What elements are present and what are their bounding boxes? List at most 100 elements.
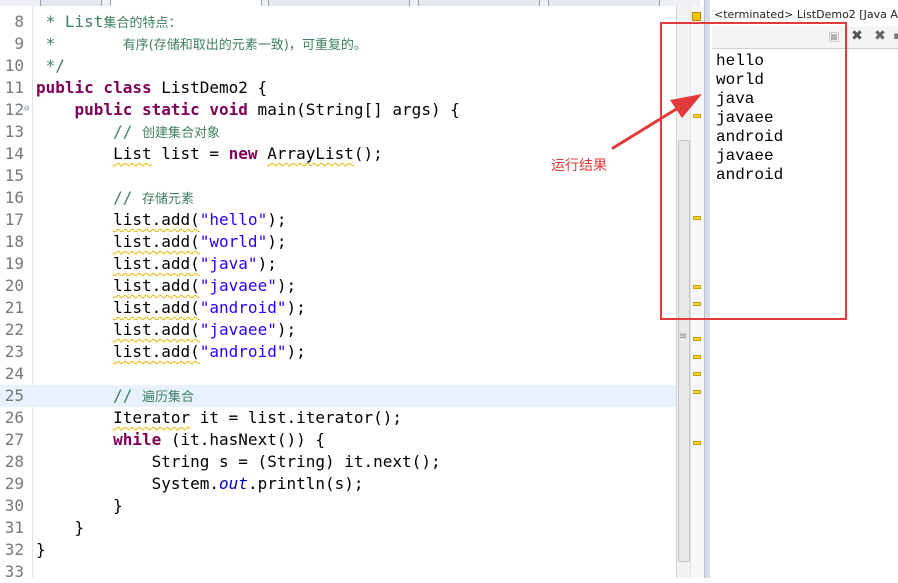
warning-marker[interactable] xyxy=(693,372,701,376)
code-text: // 存储元素 xyxy=(36,187,194,211)
line-number: 10 xyxy=(4,56,24,75)
code-editor[interactable]: 8 * List集合的特点： 9 * 有序(存储和取出的元素一致)，可重复的。 10… xyxy=(0,6,676,581)
code-token: public static void xyxy=(74,100,248,119)
warning-marker[interactable] xyxy=(693,390,701,394)
line-number: 9 xyxy=(14,34,24,53)
code-line[interactable]: 10 */ xyxy=(0,55,676,77)
line-number: 8 xyxy=(14,12,24,31)
code-line[interactable]: 26 Iterator it = list.iterator(); xyxy=(0,407,676,429)
code-line[interactable]: 24 xyxy=(0,363,676,385)
code-token: "hello" xyxy=(199,210,268,229)
code-token: list = xyxy=(151,144,229,163)
code-line[interactable]: 30 } xyxy=(0,495,676,517)
warning-summary-icon[interactable] xyxy=(692,12,701,21)
code-token: List xyxy=(113,144,152,163)
warning-marker[interactable] xyxy=(693,441,701,445)
annotation-label: 运行结果 xyxy=(551,158,607,174)
code-token: 集合的特点： xyxy=(103,16,182,31)
code-token: out xyxy=(219,474,248,493)
line-number: 30 xyxy=(4,496,24,515)
remove-all-icon[interactable]: ✖ xyxy=(872,28,888,44)
code-token: list.add( xyxy=(113,232,200,251)
code-line[interactable]: 8 * List集合的特点： xyxy=(0,11,676,33)
code-token: ); xyxy=(276,320,297,339)
code-line[interactable]: 12 ⊖ public static void main(String[] arg… xyxy=(0,99,676,121)
code-line[interactable]: 23 list.add("android"); xyxy=(0,341,676,363)
code-text: list.add("hello"); xyxy=(36,209,286,231)
code-line[interactable]: 32} xyxy=(0,539,676,561)
code-line[interactable]: 16 // 存储元素 xyxy=(0,187,676,209)
close-x-icon[interactable]: ✖ xyxy=(849,28,865,44)
line-number: 15 xyxy=(4,166,24,185)
line-number: 26 xyxy=(4,408,24,427)
code-line[interactable]: 25 // 遍历集合 xyxy=(0,385,676,407)
console-title: <terminated> ListDemo2 [Java A xyxy=(714,8,898,21)
code-token: } xyxy=(36,540,46,559)
code-line[interactable]: 21 list.add("android"); xyxy=(0,297,676,319)
code-text: list.add("javaee"); xyxy=(36,319,296,341)
annotation-highlight-box xyxy=(660,22,847,320)
code-line[interactable]: 19 list.add("java"); xyxy=(0,253,676,275)
code-token: list.add( xyxy=(113,320,200,339)
code-line[interactable]: 29 System.out.println(s); xyxy=(0,473,676,495)
code-line[interactable]: 13 // 创建集合对象 xyxy=(0,121,676,143)
line-number: 12 xyxy=(4,100,24,119)
code-line[interactable]: 17 list.add("hello"); xyxy=(0,209,676,231)
code-token: 存储元素 xyxy=(141,192,194,207)
line-number: 16 xyxy=(4,188,24,207)
code-token: // xyxy=(36,188,142,207)
code-line[interactable]: 31 } xyxy=(0,517,676,539)
code-line[interactable]: 33 xyxy=(0,561,676,583)
code-token: "javaee" xyxy=(199,276,277,295)
code-text: public static void main(String[] args) { xyxy=(36,99,460,121)
code-token: list.add( xyxy=(113,276,200,295)
code-line[interactable]: 28 String s = (String) it.next(); xyxy=(0,451,676,473)
code-token: 创建集合对象 xyxy=(141,126,220,141)
line-number: 23 xyxy=(4,342,24,361)
code-text: } xyxy=(36,517,85,539)
code-token: System. xyxy=(36,474,220,493)
console-menu-icon[interactable]: ▪ xyxy=(889,28,898,44)
code-line[interactable]: 11 public class ListDemo2 { xyxy=(0,77,676,99)
code-token: "javaee" xyxy=(199,320,277,339)
code-token: ); xyxy=(257,254,277,273)
code-text: } xyxy=(36,495,123,517)
code-text: * 有序(存储和取出的元素一致)，可重复的。 xyxy=(36,33,367,57)
code-text: list.add("android"); xyxy=(36,297,306,319)
line-number: 31 xyxy=(4,518,24,537)
code-token: .println(s); xyxy=(247,474,364,493)
line-number: 14 xyxy=(4,144,24,163)
line-number: 18 xyxy=(4,232,24,251)
code-line[interactable]: 20 list.add("javaee"); xyxy=(0,275,676,297)
code-token: // xyxy=(36,122,142,141)
code-line[interactable]: 27 while (it.hasNext()) { xyxy=(0,429,676,451)
warning-marker[interactable] xyxy=(693,337,701,341)
code-token: main(String[] args) { xyxy=(247,100,460,119)
code-token: list.add( xyxy=(113,254,200,273)
line-number: 27 xyxy=(4,430,24,449)
code-token: (it.hasNext()) { xyxy=(161,430,325,449)
code-token: "android" xyxy=(199,298,287,317)
code-token: * xyxy=(36,34,123,53)
code-token: 遍历集合 xyxy=(141,390,194,405)
code-line[interactable]: 18 list.add("world"); xyxy=(0,231,676,253)
fold-toggle-icon[interactable]: ⊖ xyxy=(24,104,29,114)
code-line[interactable]: 9 * 有序(存储和取出的元素一致)，可重复的。 xyxy=(0,33,676,55)
line-number: 11 xyxy=(4,78,24,97)
code-token: ); xyxy=(286,342,306,361)
code-token: String s = (String) it.next(); xyxy=(36,452,441,471)
code-token: while xyxy=(113,430,162,449)
code-line[interactable]: 22 list.add("javaee"); xyxy=(0,319,676,341)
code-text: list.add("android"); xyxy=(36,341,306,363)
line-number: 28 xyxy=(4,452,24,471)
warning-marker[interactable] xyxy=(693,355,701,359)
line-number: 29 xyxy=(4,474,24,493)
